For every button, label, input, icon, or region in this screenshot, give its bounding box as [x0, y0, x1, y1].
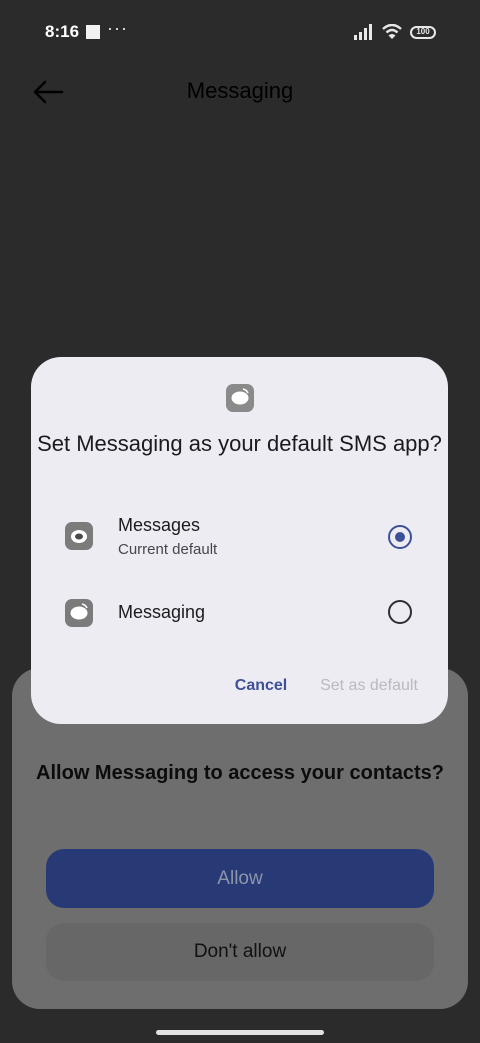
option-label: Messages	[118, 515, 201, 535]
messaging-app-icon	[226, 384, 254, 412]
messaging-app-icon	[65, 599, 93, 627]
notification-icon	[86, 25, 100, 39]
status-time: 8:16	[45, 22, 80, 41]
set-as-default-button[interactable]: Set as default	[313, 677, 425, 699]
option-subtitle: Current default	[118, 541, 218, 558]
more-notifications-icon: ···	[107, 18, 128, 38]
wifi-icon	[382, 24, 402, 39]
dialog-title: Set Messaging as your default SMS app?	[37, 431, 442, 456]
home-indicator[interactable]	[156, 1030, 324, 1035]
option-messages[interactable]: Messages Current default	[31, 512, 448, 562]
permission-title: Allow Messaging to access your contacts?	[36, 762, 444, 784]
signal-icon	[354, 24, 372, 40]
dont-allow-button[interactable]: Don't allow	[46, 923, 434, 981]
radio-selected[interactable]	[388, 525, 412, 549]
page-title: Messaging	[186, 78, 294, 103]
app-top-bar: Messaging	[0, 64, 480, 120]
default-sms-dialog: Set Messaging as your default SMS app? M…	[31, 357, 448, 724]
status-icons: 100	[354, 22, 436, 42]
battery-icon: 100	[410, 25, 436, 39]
option-messaging[interactable]: Messaging	[31, 593, 448, 633]
battery-level: 100	[416, 27, 430, 36]
messages-app-icon	[65, 522, 93, 550]
radio-unselected[interactable]	[388, 600, 412, 624]
status-bar: 8:16 ··· 100	[0, 0, 480, 64]
cancel-button[interactable]: Cancel	[226, 677, 296, 699]
allow-button[interactable]: Allow	[46, 849, 434, 908]
option-label: Messaging	[118, 602, 206, 622]
